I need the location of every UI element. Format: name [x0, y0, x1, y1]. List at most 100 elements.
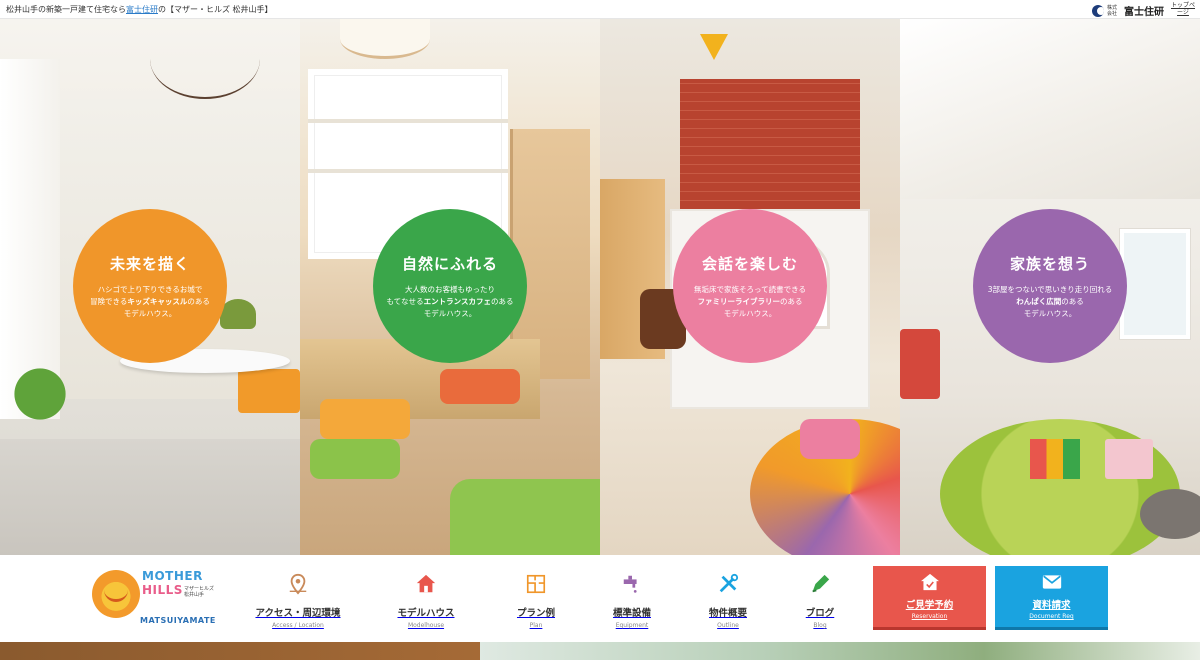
feature-line-1: 無垢床で家族そろって読書できる — [694, 284, 806, 294]
shelf-plank-1 — [308, 119, 508, 123]
potted-plant — [10, 359, 70, 429]
nav-blog[interactable]: ブログ Blog — [770, 573, 870, 629]
feature-line-3: モデルハウス。 — [123, 308, 177, 318]
feature-line-2-pre: もてなせる — [386, 296, 424, 306]
faucet-icon — [623, 575, 637, 593]
floor-cushion-2 — [440, 369, 520, 404]
wood-banner-image — [0, 642, 480, 660]
hero-panel-nature[interactable]: 自然にふれる 大人数のお客様もゆったり もてなせるエントランスカフェのある モデ… — [300, 19, 600, 555]
feature-title: 自然にふれる — [401, 254, 498, 273]
site-lead-text: 松井山手の新築一戸建て住宅なら富士住研の【マザー・ヒルズ 松井山手】 — [6, 4, 273, 15]
nav-sublabel: Access / Location — [272, 622, 324, 629]
floor-tiles — [0, 439, 300, 555]
tools-icon — [719, 573, 739, 593]
logo-city-name: MATSUIYAMATE — [140, 616, 216, 625]
ceiling-light — [340, 19, 430, 59]
company-link[interactable]: 富士住研 — [126, 5, 158, 14]
mother-hills-logo[interactable]: MOTHER HILLS マザーヒルズ 松井山手 MATSUIYAMATE — [92, 568, 216, 630]
green-cushion — [310, 439, 400, 479]
nav-outline[interactable]: 物件概要 Outline — [678, 573, 778, 629]
nav-sublabel: Outline — [717, 622, 739, 629]
feature-line-2-post: のある — [779, 296, 803, 306]
hero-panel-future[interactable]: 未来を描く ハシゴで上り下りできるお城で 冒険できるキッズキャッスルのある モデ… — [0, 19, 300, 555]
logo-word-hills: HILLS — [142, 583, 183, 597]
window-frame — [1120, 229, 1190, 339]
shelf-plank-2 — [308, 169, 508, 173]
feature-line-2-pre: 冒険できる — [90, 296, 128, 306]
feature-circle-nature[interactable]: 自然にふれる 大人数のお客様もゆったり もてなせるエントランスカフェのある モデ… — [373, 209, 527, 363]
nav-sublabel: Equipment — [615, 622, 649, 629]
document-request-sublabel: Document Req — [1029, 613, 1074, 620]
top-bar: 松井山手の新築一戸建て住宅なら富士住研の【マザー・ヒルズ 松井山手】 株式会社 … — [0, 0, 1200, 19]
feature-line-1: 大人数のお客様もゆったり — [405, 284, 495, 294]
pen-icon — [812, 574, 830, 593]
sloped-ceiling — [900, 19, 1200, 199]
feature-line-2-highlight: エントランスカフェ — [423, 296, 492, 306]
feature-line-3: モデルハウス。 — [1023, 308, 1077, 318]
orange-chair — [238, 369, 300, 413]
feature-description: 大人数のお客様もゆったり もてなせるエントランスカフェのある モデルハウス。 — [386, 284, 513, 320]
nav-label: モデルハウス — [397, 608, 455, 619]
green-sofa — [450, 479, 600, 555]
feature-circle-family[interactable]: 家族を想う 3部屋をつないで思いきり走り回れる わんぱく広間のある モデルハウス… — [973, 209, 1127, 363]
nav-sublabel: Modelhouse — [407, 622, 445, 629]
bottom-image-strip — [0, 642, 1200, 660]
reservation-button[interactable]: ご見学予約 Reservation — [873, 566, 986, 630]
logo-sub-place: 松井山手 — [184, 592, 205, 598]
nav-sublabel: Blog — [813, 622, 827, 629]
reservation-label: ご見学予約 — [905, 600, 954, 611]
lead-text-before: 松井山手の新築一戸建て住宅なら — [6, 4, 126, 14]
feature-line-2-post: のある — [1061, 296, 1084, 306]
logo-word-mother: MOTHER — [142, 569, 203, 583]
feature-line-2-post: のある — [491, 296, 514, 306]
reservation-sublabel: Reservation — [911, 613, 948, 620]
feature-line-1: 3部屋をつないで思いきり走り回れる — [987, 284, 1113, 294]
forest-banner-image — [480, 642, 1200, 660]
brick-castle — [680, 79, 860, 209]
document-request-button[interactable]: 資料請求 Document Req — [995, 566, 1108, 630]
pink-toy-box — [1105, 439, 1153, 479]
nav-access[interactable]: アクセス・周辺環境 Access / Location — [248, 573, 348, 629]
house-check-icon — [920, 573, 939, 591]
nav-modelhouse[interactable]: モデルハウス Modelhouse — [376, 573, 476, 629]
floor-cushion-1 — [320, 399, 410, 439]
feature-title: 家族を想う — [1009, 254, 1090, 273]
company-mark-icon — [1092, 4, 1104, 17]
plant-pot — [220, 299, 256, 329]
lead-text-after: の【マザー・ヒルズ 松井山手】 — [158, 4, 273, 14]
feature-line-2-highlight: わんぱく広間 — [1016, 296, 1062, 306]
nav-equipment[interactable]: 標準設備 Equipment — [582, 573, 682, 629]
feature-circle-conversation[interactable]: 会話を楽しむ 無垢床で家族そろって読書できる ファミリーライブラリーのある モデ… — [673, 209, 827, 363]
feature-line-3: モデルハウス。 — [423, 308, 477, 318]
feature-circle-future[interactable]: 未来を描く ハシゴで上り下りできるお城で 冒険できるキッズキャッスルのある モデ… — [73, 209, 227, 363]
feature-title: 未来を描く — [109, 254, 190, 273]
feature-line-2-post: のある — [187, 296, 210, 306]
feature-description: ハシゴで上り下りできるお城で 冒険できるキッズキャッスルのある モデルハウス。 — [90, 284, 210, 320]
chandelier — [150, 19, 260, 99]
feature-line-3: モデルハウス。 — [723, 308, 777, 318]
logo-subtitle: マザーヒルズ 松井山手 — [184, 586, 214, 598]
nav-label: ブログ — [805, 608, 835, 619]
feature-line-2-highlight: ファミリーライブラリー — [697, 296, 780, 306]
smiley-sun-icon — [92, 570, 140, 618]
nav-label: 物件概要 — [708, 608, 747, 619]
envelope-icon — [1042, 575, 1061, 589]
company-type: 株式会社 — [1107, 4, 1118, 17]
top-page-link[interactable]: トップページ — [1170, 2, 1196, 16]
company-logo[interactable]: 株式会社 富士住研 — [1092, 3, 1164, 18]
nav-label: 標準設備 — [612, 608, 651, 619]
hero-panels: 未来を描く ハシゴで上り下りできるお城で 冒険できるキッズキャッスルのある モデ… — [0, 19, 1200, 555]
hero-panel-family[interactable]: 家族を想う 3部屋をつないで思いきり走り回れる わんぱく広間のある モデルハウス… — [900, 19, 1200, 555]
nav-label: アクセス・周辺環境 — [255, 608, 341, 619]
feature-line-2-highlight: キッズキャッスル — [127, 296, 188, 306]
main-navigation: MOTHER HILLS マザーヒルズ 松井山手 MATSUIYAMATE アク… — [0, 555, 1200, 642]
nav-label: プラン例 — [516, 608, 555, 619]
document-request-label: 資料請求 — [1032, 600, 1071, 611]
feature-title: 会話を楽しむ — [701, 254, 798, 273]
hero-panel-conversation[interactable]: 会話を楽しむ 無垢床で家族そろって読書できる ファミリーライブラリーのある モデ… — [600, 19, 900, 555]
nav-plan[interactable]: プラン例 Plan — [486, 573, 586, 629]
yellow-pennant — [700, 34, 728, 60]
house-icon — [416, 574, 436, 593]
toy-blocks — [1030, 439, 1080, 479]
floor-plan-icon — [526, 574, 546, 594]
